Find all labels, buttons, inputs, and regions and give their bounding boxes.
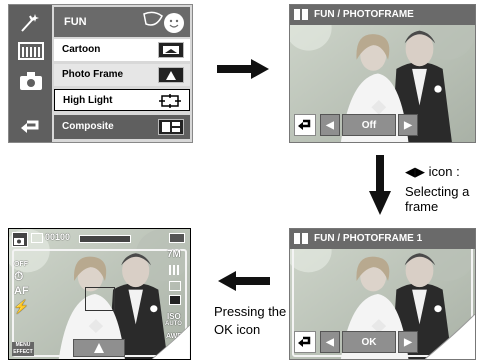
photoframe-selected-panel: FUN / PHOTOFRAME 1 ◀ OK ▶ (289, 228, 476, 360)
back-button[interactable] (294, 331, 316, 353)
left-arrow-icon: ◀ (326, 119, 334, 131)
menu-item-composite[interactable]: Composite (54, 115, 190, 139)
bar-marker-icon (294, 233, 300, 244)
right-arrow-icon: ▶ (404, 119, 412, 131)
down-arrow-icon (369, 155, 391, 215)
flash-icon: ⚡ (13, 299, 30, 314)
camera-view-panel: 00100 OFF ⏱ AF ⚡ 7M ISO AUTO AWB MENU EF… (8, 228, 191, 360)
photoframe-preview-panel: FUN / PHOTOFRAME ◀ Off ▶ (289, 4, 476, 143)
right-arrow-icon (217, 59, 269, 79)
camera-icon[interactable] (13, 69, 48, 93)
battery-icon (169, 233, 185, 243)
focus-frame (85, 287, 115, 311)
high-light-icon (157, 93, 183, 109)
frame-value: Off (342, 114, 396, 136)
left-arrow-icon (218, 271, 270, 291)
next-frame-button[interactable]: ▶ (398, 114, 418, 136)
bar-marker-icon (302, 9, 308, 20)
back-icon (298, 336, 311, 347)
frame-title: FUN / PHOTOFRAME 1 (314, 233, 423, 244)
menu-item-cartoon[interactable]: Cartoon (54, 39, 190, 61)
af-label: AF (14, 285, 29, 297)
composite-icon (158, 119, 184, 135)
selecting-frame-caption: Selecting a frame (405, 184, 470, 214)
memory-icon (31, 233, 43, 243)
fun-icon[interactable] (13, 11, 48, 35)
frame-title-bar: FUN / PHOTOFRAME (290, 5, 475, 25)
shot-counter: 00100 (45, 232, 71, 242)
cartoon-icon (158, 42, 184, 58)
frame-control-bar: ◀ Off ▶ (290, 114, 440, 136)
scene-icon[interactable] (13, 39, 48, 63)
menu-item-photo-frame[interactable]: Photo Frame (54, 64, 190, 86)
menu-item-label: Photo Frame (62, 69, 124, 80)
left-right-icon: ◀▶ (405, 164, 425, 179)
smiley-icon (143, 11, 184, 33)
right-arrow-icon: ▶ (404, 336, 412, 348)
next-frame-button[interactable]: ▶ (398, 331, 418, 353)
back-button[interactable] (294, 114, 316, 136)
menu-item-label: High Light (63, 95, 113, 106)
page-curl-icon (152, 325, 190, 359)
photo-frame-icon (158, 67, 184, 83)
frame-title-bar: FUN / PHOTOFRAME 1 (290, 229, 475, 249)
menu-effect-button[interactable]: MENU EFFECT (12, 342, 34, 356)
quality-icon (169, 265, 179, 275)
ok-button[interactable]: OK (342, 331, 396, 353)
frame-title: FUN / PHOTOFRAME (314, 9, 414, 20)
bar-marker-icon (302, 233, 308, 244)
left-arrow-icon: ◀ (326, 336, 334, 348)
bar-marker-icon (294, 9, 300, 20)
fun-menu-panel: FUN Cartoon Photo Frame High Light Compo… (8, 4, 193, 143)
pressing-caption-line2: OK icon (214, 322, 261, 337)
prev-frame-button[interactable]: ◀ (320, 331, 340, 353)
effect-label: EFFECT (13, 349, 33, 355)
camera-mode-icon (12, 232, 28, 247)
menu-label: MENU (15, 342, 31, 348)
iso-label: ISO (167, 312, 181, 321)
menu-title-bar: FUN (54, 7, 190, 37)
metering-icon (169, 281, 181, 291)
menu-item-high-light[interactable]: High Light (54, 89, 190, 111)
size-label: 7M (167, 249, 181, 260)
pressing-caption-line1: Pressing the (214, 304, 287, 319)
back-icon (298, 119, 311, 130)
prev-frame-button[interactable]: ◀ (320, 114, 340, 136)
photo-frame-mode-icon (73, 339, 125, 357)
menu-item-label: Cartoon (62, 44, 101, 55)
timer-icon: ⏱ (14, 269, 24, 283)
icon-label: icon : (428, 164, 460, 179)
icon-caption: ◀▶ icon : (405, 164, 460, 180)
flash-off-label: OFF (14, 261, 28, 268)
menu-title: FUN (64, 16, 87, 28)
sharpness-icon (169, 295, 181, 305)
battery-gauge (79, 235, 131, 243)
back-icon[interactable] (13, 115, 48, 139)
frame-control-bar: ◀ OK ▶ (290, 331, 440, 353)
menu-item-label: Composite (62, 121, 114, 132)
